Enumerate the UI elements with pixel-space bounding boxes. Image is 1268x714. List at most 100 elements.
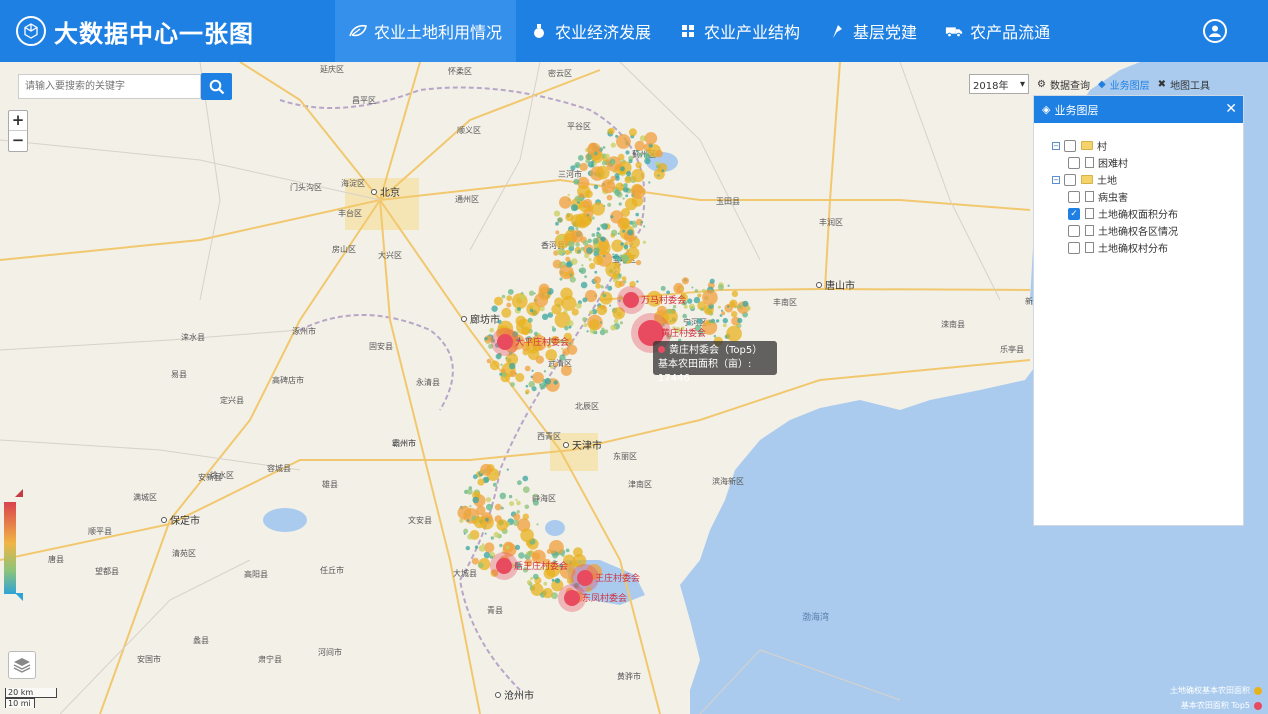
land-area-dot[interactable] <box>627 246 640 260</box>
land-area-dot[interactable] <box>538 283 550 295</box>
land-area-dot[interactable] <box>529 308 534 313</box>
land-area-dot[interactable] <box>579 267 587 275</box>
land-area-dot[interactable] <box>687 298 693 304</box>
land-area-dot[interactable] <box>525 389 530 395</box>
land-area-dot[interactable] <box>745 305 751 311</box>
land-area-dot[interactable] <box>466 488 473 495</box>
land-area-dot[interactable] <box>584 253 590 259</box>
land-area-dot[interactable] <box>583 323 588 328</box>
land-area-dot[interactable] <box>596 233 601 238</box>
close-icon[interactable]: ✕ <box>1225 101 1237 117</box>
land-area-dot[interactable] <box>575 242 580 247</box>
land-area-dot[interactable] <box>554 362 558 367</box>
land-area-dot[interactable] <box>465 545 470 551</box>
land-area-dot[interactable] <box>539 383 542 386</box>
land-area-dot[interactable] <box>582 317 587 322</box>
zoom-in-button[interactable]: + <box>9 111 27 131</box>
land-area-dot[interactable] <box>623 244 629 250</box>
land-area-dot[interactable] <box>544 377 552 385</box>
land-area-dot[interactable] <box>571 308 579 316</box>
land-area-dot[interactable] <box>515 373 525 382</box>
land-area-dot[interactable] <box>666 308 672 314</box>
tool-business-layers[interactable]: ◆ 业务图层 <box>1098 77 1150 92</box>
land-area-dot[interactable] <box>596 227 601 231</box>
land-area-dot[interactable] <box>591 233 596 237</box>
land-area-dot[interactable] <box>575 302 582 309</box>
land-area-dot[interactable] <box>478 545 486 552</box>
land-area-dot[interactable] <box>556 248 563 256</box>
land-area-dot[interactable] <box>520 528 534 543</box>
land-area-dot[interactable] <box>509 501 515 507</box>
land-area-dot[interactable] <box>531 369 534 372</box>
land-area-dot[interactable] <box>596 304 608 316</box>
land-area-dot[interactable] <box>569 273 573 277</box>
land-area-dot[interactable] <box>570 165 576 171</box>
land-area-dot[interactable] <box>526 580 532 585</box>
land-area-dot[interactable] <box>554 578 561 584</box>
land-area-dot[interactable] <box>560 287 573 300</box>
land-area-dot[interactable] <box>614 280 622 288</box>
land-area-dot[interactable] <box>619 321 624 325</box>
land-area-dot[interactable] <box>589 262 596 270</box>
land-area-dot[interactable] <box>515 315 527 327</box>
land-area-dot[interactable] <box>499 543 503 548</box>
land-area-dot[interactable] <box>737 304 742 309</box>
land-area-dot[interactable] <box>593 255 604 266</box>
land-area-dot[interactable] <box>602 146 606 149</box>
land-area-dot[interactable] <box>492 482 497 487</box>
land-area-dot[interactable] <box>717 305 721 309</box>
land-area-dot[interactable] <box>602 293 607 298</box>
land-area-dot[interactable] <box>489 327 495 333</box>
land-area-dot[interactable] <box>575 213 591 229</box>
land-area-dot[interactable] <box>581 264 584 267</box>
land-area-dot[interactable] <box>536 523 539 526</box>
land-area-dot[interactable] <box>534 293 549 308</box>
land-area-dot[interactable] <box>457 505 472 520</box>
land-area-dot[interactable] <box>582 198 593 209</box>
land-area-dot[interactable] <box>568 325 572 329</box>
land-area-dot[interactable] <box>624 176 632 184</box>
land-area-dot[interactable] <box>612 253 615 256</box>
land-area-dot[interactable] <box>575 164 579 168</box>
land-area-dot[interactable] <box>610 160 615 165</box>
top5-marker[interactable] <box>577 570 593 586</box>
land-area-dot[interactable] <box>635 212 639 217</box>
land-area-dot[interactable] <box>608 127 615 135</box>
land-area-dot[interactable] <box>613 318 619 324</box>
land-area-dot[interactable] <box>565 256 571 262</box>
land-area-dot[interactable] <box>511 293 528 310</box>
land-area-dot[interactable] <box>660 285 666 291</box>
land-area-dot[interactable] <box>640 220 644 224</box>
land-area-dot[interactable] <box>603 254 606 258</box>
land-area-dot[interactable] <box>578 192 584 199</box>
land-area-dot[interactable] <box>497 319 502 324</box>
land-area-dot[interactable] <box>643 225 646 228</box>
land-area-dot[interactable] <box>522 475 529 482</box>
checkbox-village[interactable] <box>1064 139 1076 152</box>
land-area-dot[interactable] <box>607 285 613 291</box>
zoom-out-button[interactable]: − <box>9 131 27 151</box>
land-area-dot[interactable] <box>657 174 660 177</box>
land-area-dot[interactable] <box>486 503 493 511</box>
land-area-dot[interactable] <box>643 153 650 159</box>
land-area-dot[interactable] <box>557 234 564 241</box>
land-area-dot[interactable] <box>509 362 516 370</box>
land-area-dot[interactable] <box>586 330 589 333</box>
land-area-dot[interactable] <box>555 230 560 235</box>
land-area-dot[interactable] <box>472 496 480 504</box>
land-area-dot[interactable] <box>553 210 561 217</box>
land-area-dot[interactable] <box>687 321 692 326</box>
land-area-dot[interactable] <box>507 289 514 295</box>
land-area-dot[interactable] <box>551 578 555 582</box>
land-area-dot[interactable] <box>713 334 717 338</box>
land-area-dot[interactable] <box>530 577 534 580</box>
checkbox-poor-village[interactable] <box>1068 156 1080 169</box>
land-area-dot[interactable] <box>575 226 579 231</box>
land-area-dot[interactable] <box>702 289 718 306</box>
land-area-dot[interactable] <box>525 384 529 388</box>
land-area-dot[interactable] <box>524 365 531 372</box>
land-area-dot[interactable] <box>485 497 492 503</box>
land-area-dot[interactable] <box>593 247 600 254</box>
land-area-dot[interactable] <box>601 223 608 230</box>
land-area-dot[interactable] <box>490 536 494 540</box>
